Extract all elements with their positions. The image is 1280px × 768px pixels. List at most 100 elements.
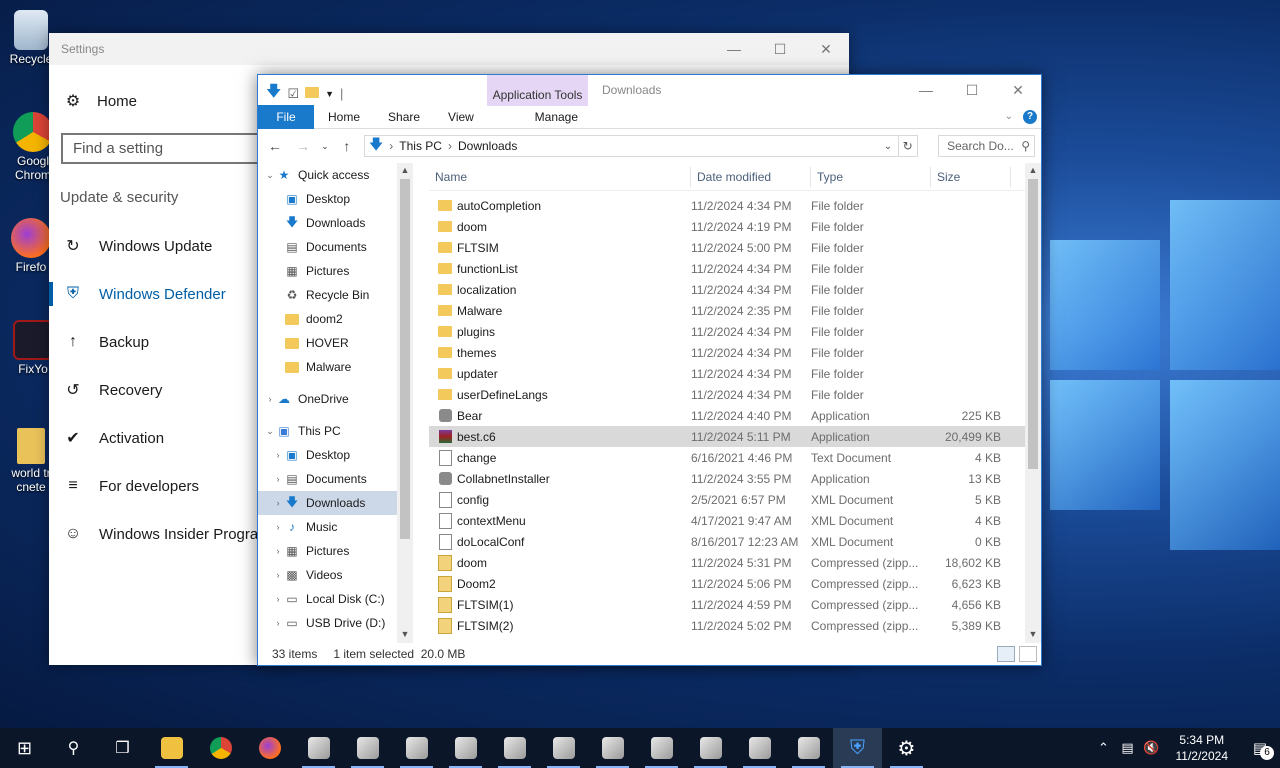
tab-view[interactable]: View [434, 105, 488, 129]
file-row[interactable]: doom 11/2/2024 4:19 PM File folder [429, 216, 1025, 237]
taskbar-app-window[interactable] [343, 728, 392, 768]
taskbar-app-window[interactable] [784, 728, 833, 768]
breadcrumb-this-pc[interactable]: This PC [399, 139, 442, 153]
nav-pane-item[interactable]: ⌄ ▣ This PC [258, 419, 413, 443]
network-icon[interactable]: ▤ [1116, 740, 1140, 756]
file-row[interactable]: FLTSIM(2) 11/2/2024 5:02 PM Compressed (zi… [429, 615, 1025, 636]
taskbar-firefox[interactable] [245, 728, 294, 768]
nav-pane-item[interactable]: › ▤ Documents [258, 467, 413, 491]
settings-nav-windows-update[interactable]: ↻ Windows Update [49, 222, 269, 270]
large-icons-view-icon[interactable] [1019, 646, 1037, 662]
close-button[interactable]: ✕ [803, 33, 849, 65]
settings-nav-backup[interactable]: ↑ Backup [49, 318, 269, 366]
nav-pane-item[interactable]: ▦Pictures📌 [258, 259, 413, 283]
nav-pane-item[interactable]: › ▦ Pictures [258, 539, 413, 563]
address-bar[interactable]: 🡇 › This PC › Downloads ⌄ [363, 135, 900, 157]
breadcrumb-downloads[interactable]: Downloads [458, 139, 517, 153]
nav-pane-item[interactable]: › ▩ Videos [258, 563, 413, 587]
nav-pane-item[interactable]: ▣Desktop📌 [258, 187, 413, 211]
forward-arrow-icon[interactable]: → [292, 138, 314, 154]
taskbar-app-window[interactable] [539, 728, 588, 768]
details-view-icon[interactable] [997, 646, 1015, 662]
back-arrow-icon[interactable]: ← [264, 138, 286, 154]
recent-locations-chevron-icon[interactable]: ⌄ [320, 141, 330, 152]
up-arrow-icon[interactable]: ↑ [336, 138, 358, 154]
file-row[interactable]: Malware 11/2/2024 2:35 PM File folder [429, 300, 1025, 321]
file-row[interactable]: themes 11/2/2024 4:34 PM File folder [429, 342, 1025, 363]
nav-pane-item[interactable]: ▤Documents📌 [258, 235, 413, 259]
file-row[interactable]: CollabnetInstaller 11/2/2024 3:55 PM Appli… [429, 468, 1025, 489]
collapsed-chevron-icon[interactable]: › [272, 546, 284, 556]
address-dropdown-icon[interactable]: ⌄ [878, 141, 898, 152]
file-row[interactable]: autoCompletion 11/2/2024 4:34 PM File fold… [429, 195, 1025, 216]
column-header-date-modified[interactable]: Date modified [691, 166, 811, 187]
action-center-button[interactable]: ▤ 6 [1240, 728, 1280, 768]
taskbar-clock[interactable]: 5:34 PM 11/2/2024 [1164, 732, 1241, 764]
taskbar-file-explorer[interactable] [147, 728, 196, 768]
collapsed-chevron-icon[interactable]: › [272, 618, 284, 628]
nav-pane-item[interactable]: HOVER [258, 331, 413, 355]
scroll-down-icon[interactable]: ▼ [397, 629, 413, 639]
explorer-titlebar[interactable]: 🡇 ☑ ▼ | Application Tools Downloads — ☐ … [258, 75, 1041, 106]
collapsed-chevron-icon[interactable]: › [272, 522, 284, 532]
file-row[interactable]: FLTSIM 11/2/2024 5:00 PM File folder [429, 237, 1025, 258]
taskbar-app-window[interactable] [441, 728, 490, 768]
collapsed-chevron-icon[interactable]: › [264, 394, 276, 404]
file-row[interactable]: updater 11/2/2024 4:34 PM File folder [429, 363, 1025, 384]
file-row[interactable]: FLTSIM(1) 11/2/2024 4:59 PM Compressed (zi… [429, 594, 1025, 615]
collapsed-chevron-icon[interactable]: › [272, 474, 284, 484]
close-button[interactable]: ✕ [995, 75, 1041, 105]
taskbar-app-window[interactable] [686, 728, 735, 768]
nav-pane-item[interactable]: › ▭ USB Drive (D:) [258, 611, 413, 635]
nav-pane-item[interactable]: › ▭ Local Disk (C:) [258, 587, 413, 611]
scroll-down-icon[interactable]: ▼ [1025, 629, 1041, 639]
taskbar-app-window[interactable] [588, 728, 637, 768]
download-icon[interactable]: 🡇 [266, 81, 281, 106]
taskbar-app-window[interactable] [392, 728, 441, 768]
nav-pane-item[interactable]: doom2 [258, 307, 413, 331]
file-row[interactable]: best.c6 11/2/2024 5:11 PM Application 20,49… [429, 426, 1025, 447]
nav-pane-item[interactable]: › 🡇 Downloads [258, 491, 413, 515]
file-row[interactable]: Doom2 11/2/2024 5:06 PM Compressed (zipp..… [429, 573, 1025, 594]
nav-pane-item[interactable]: ♻Recycle Bin📌 [258, 283, 413, 307]
minimize-button[interactable]: — [711, 33, 757, 65]
taskbar-app-window[interactable] [735, 728, 784, 768]
collapsed-chevron-icon[interactable]: › [272, 594, 284, 604]
tab-home[interactable]: Home [314, 105, 374, 129]
search-button[interactable]: ⚲ [49, 728, 98, 768]
settings-home-link[interactable]: ⚙ Home [63, 91, 137, 111]
taskbar-app-window[interactable] [294, 728, 343, 768]
expanded-chevron-icon[interactable]: ⌄ [264, 426, 276, 437]
column-header-name[interactable]: Name [429, 166, 691, 187]
task-view-button[interactable]: ❒ [98, 728, 147, 768]
nav-pane-item[interactable]: › ☁ OneDrive [258, 387, 413, 411]
refresh-icon[interactable]: ↻ [898, 135, 919, 157]
nav-pane-item[interactable]: › ▣ Desktop [258, 443, 413, 467]
settings-nav-activation[interactable]: ✔ Activation [49, 414, 269, 462]
properties-icon[interactable]: ☑ [287, 86, 299, 102]
taskbar-app-window[interactable] [637, 728, 686, 768]
taskbar-app-window[interactable] [490, 728, 539, 768]
column-header-size[interactable]: Size [931, 166, 1011, 187]
nav-pane-item[interactable]: Malware [258, 355, 413, 379]
navigation-pane-scrollbar[interactable]: ▲ ▼ [397, 163, 413, 643]
maximize-button[interactable]: ☐ [757, 33, 803, 65]
nav-pane-item[interactable]: ⌄ ★ Quick access [258, 163, 413, 187]
expanded-chevron-icon[interactable]: ⌄ [264, 170, 276, 181]
taskbar-windows-defender[interactable]: ⛨ [833, 728, 882, 768]
tab-file[interactable]: File [258, 104, 314, 129]
file-row[interactable]: userDefineLangs 11/2/2024 4:34 PM File fol… [429, 384, 1025, 405]
file-row[interactable]: doom 11/2/2024 5:31 PM Compressed (zipp...… [429, 552, 1025, 573]
scrollbar-thumb[interactable] [400, 179, 410, 539]
column-header-type[interactable]: Type [811, 166, 931, 187]
settings-nav-recovery[interactable]: ↺ Recovery [49, 366, 269, 414]
file-row[interactable]: doLocalConf 8/16/2017 12:23 AM XML Documen… [429, 531, 1025, 552]
new-folder-icon[interactable] [305, 86, 320, 101]
settings-nav-for-developers[interactable]: ≡ For developers [49, 462, 269, 510]
file-row[interactable]: config 2/5/2021 6:57 PM XML Document 5 KB [429, 489, 1025, 510]
nav-pane-item[interactable]: 🡇Downloads📌 [258, 211, 413, 235]
file-row[interactable]: Bear 11/2/2024 4:40 PM Application 225 KB [429, 405, 1025, 426]
help-icon[interactable]: ? [1023, 109, 1037, 124]
scroll-up-icon[interactable]: ▲ [1025, 165, 1041, 175]
collapsed-chevron-icon[interactable]: › [272, 570, 284, 580]
